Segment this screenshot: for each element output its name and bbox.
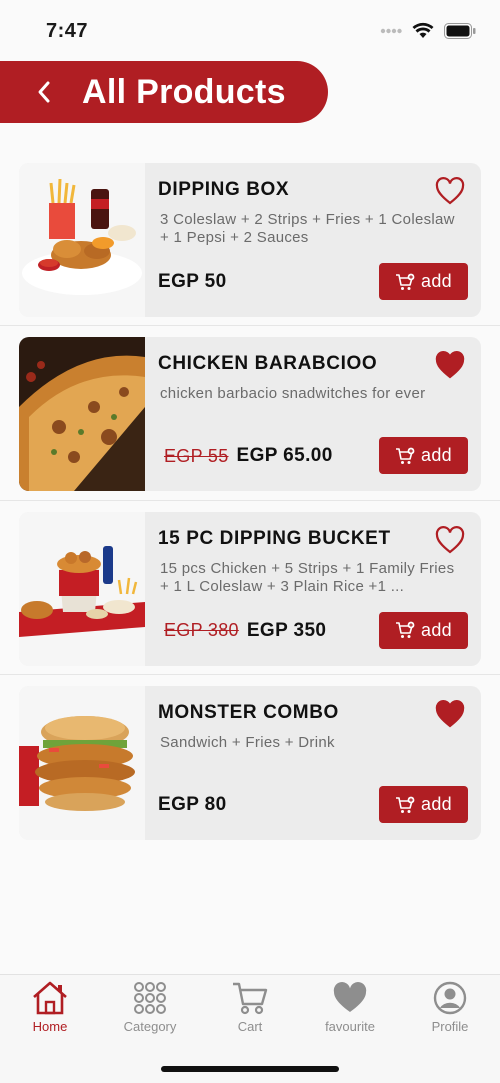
product-description: Sandwich + Fries + Drink bbox=[160, 734, 335, 751]
heart-icon bbox=[333, 982, 367, 1012]
product-row: 15 PC DIPPING BUCKET 15 pcs Chicken + 5 … bbox=[0, 501, 500, 675]
product-row: DIPPING BOX 3 Coleslaw + 2 Strips + Frie… bbox=[0, 163, 500, 326]
add-to-cart-button[interactable]: add bbox=[379, 611, 468, 649]
home-indicator bbox=[161, 1066, 339, 1072]
status-bar: 7:47 bbox=[0, 0, 500, 58]
add-label: add bbox=[421, 619, 452, 640]
product-old-price: EGP 55 bbox=[164, 445, 229, 466]
nav-profile[interactable]: Profile bbox=[400, 981, 500, 1041]
product-card[interactable]: MONSTER COMBO Sandwich + Fries + Drink E… bbox=[19, 686, 481, 840]
grid-icon bbox=[134, 982, 166, 1014]
heart-filled-icon[interactable] bbox=[435, 700, 465, 728]
nav-favourite[interactable]: favourite bbox=[300, 981, 400, 1041]
add-to-cart-button[interactable]: add bbox=[379, 263, 468, 300]
profile-icon bbox=[433, 981, 467, 1015]
nav-home[interactable]: Home bbox=[0, 981, 100, 1041]
add-to-cart-button[interactable]: add bbox=[379, 786, 468, 823]
nav-label: Home bbox=[32, 1019, 68, 1034]
add-label: add bbox=[421, 794, 452, 814]
cart-add-icon bbox=[396, 447, 415, 464]
back-button[interactable] bbox=[24, 72, 64, 112]
nav-category[interactable]: Category bbox=[100, 981, 200, 1041]
cart-add-icon bbox=[396, 273, 415, 290]
product-image-monster-combo bbox=[19, 686, 145, 840]
product-name: MONSTER COMBO bbox=[158, 702, 339, 723]
status-icons bbox=[380, 22, 476, 39]
product-row: CHICKEN BARABCIOO chicken barbacio snadw… bbox=[0, 326, 500, 501]
add-label: add bbox=[421, 445, 452, 465]
cart-add-icon bbox=[396, 621, 415, 638]
page-title: All Products bbox=[82, 72, 286, 111]
header-bar: All Products bbox=[0, 61, 328, 123]
product-image-chicken-barabcioo bbox=[19, 337, 145, 491]
nav-label: Category bbox=[123, 1019, 177, 1034]
product-name: CHICKEN BARABCIOO bbox=[158, 353, 378, 374]
product-price: EGP 65.00 bbox=[236, 445, 333, 466]
product-description: 15 pcs Chicken + 5 Strips + 1 Family Fri… bbox=[160, 559, 455, 595]
price-row: EGP 55 EGP 65.00 bbox=[158, 445, 333, 467]
heart-filled-icon[interactable] bbox=[435, 351, 465, 379]
product-price: EGP 50 bbox=[158, 271, 227, 292]
product-card[interactable]: CHICKEN BARABCIOO chicken barbacio snadw… bbox=[19, 337, 481, 491]
status-time: 7:47 bbox=[46, 20, 89, 42]
heart-outline-icon[interactable] bbox=[435, 525, 465, 554]
add-label: add bbox=[421, 271, 452, 291]
product-price: EGP 80 bbox=[158, 794, 227, 815]
cart-add-icon bbox=[396, 796, 415, 813]
add-to-cart-button[interactable]: add bbox=[379, 437, 468, 474]
product-image-dipping-bucket bbox=[19, 511, 145, 666]
product-old-price: EGP 380 bbox=[164, 620, 239, 640]
product-description: chicken barbacio snadwitches for ever bbox=[160, 385, 426, 402]
nav-cart[interactable]: Cart bbox=[200, 981, 300, 1041]
nav-label: Profile bbox=[431, 1019, 469, 1034]
product-card[interactable]: DIPPING BOX 3 Coleslaw + 2 Strips + Frie… bbox=[19, 163, 481, 317]
price-row: EGP 380 EGP 350 bbox=[158, 620, 326, 642]
cart-icon bbox=[233, 982, 268, 1015]
price-row: EGP 50 bbox=[158, 271, 227, 293]
signal-icon bbox=[380, 28, 402, 33]
product-name: DIPPING BOX bbox=[158, 179, 290, 200]
chevron-left-icon bbox=[38, 81, 50, 103]
nav-label: favourite bbox=[325, 1019, 375, 1034]
wifi-icon bbox=[412, 22, 434, 38]
product-price: EGP 350 bbox=[246, 619, 327, 641]
product-card[interactable]: 15 PC DIPPING BUCKET 15 pcs Chicken + 5 … bbox=[19, 511, 481, 666]
nav-label: Cart bbox=[237, 1019, 263, 1034]
product-row: MONSTER COMBO Sandwich + Fries + Drink E… bbox=[0, 675, 500, 850]
home-icon bbox=[33, 981, 67, 1015]
product-image-dipping-box bbox=[19, 163, 145, 317]
battery-icon bbox=[444, 22, 476, 39]
product-description: 3 Coleslaw + 2 Strips + Fries + 1 Colesl… bbox=[160, 211, 455, 246]
heart-outline-icon[interactable] bbox=[435, 177, 465, 205]
product-list: DIPPING BOX 3 Coleslaw + 2 Strips + Frie… bbox=[0, 163, 500, 850]
product-name: 15 PC DIPPING BUCKET bbox=[158, 527, 391, 549]
price-row: EGP 80 bbox=[158, 794, 227, 816]
